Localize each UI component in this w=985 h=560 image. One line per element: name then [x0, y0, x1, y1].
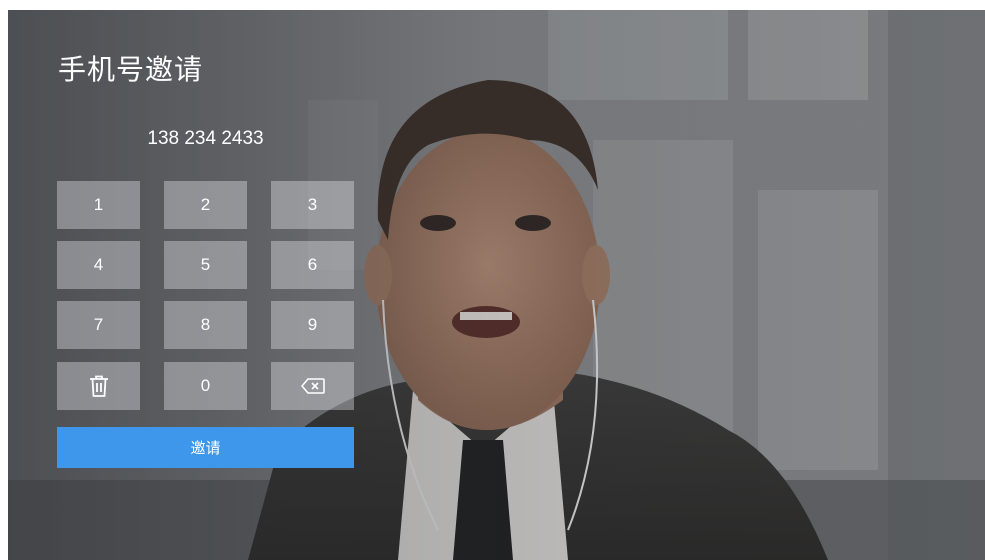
- key-9[interactable]: 9: [271, 301, 354, 349]
- key-5[interactable]: 5: [164, 241, 247, 289]
- key-0[interactable]: 0: [164, 362, 247, 410]
- video-call-screen: 手机号邀请 138 234 2433 1 2 3 4 5 6 7 8 9 0 邀…: [8, 10, 985, 560]
- key-1[interactable]: 1: [57, 181, 140, 229]
- clear-button[interactable]: [57, 362, 140, 410]
- key-4[interactable]: 4: [57, 241, 140, 289]
- key-6[interactable]: 6: [271, 241, 354, 289]
- key-3[interactable]: 3: [271, 181, 354, 229]
- phone-number-display: 138 234 2433: [147, 128, 264, 149]
- key-7[interactable]: 7: [57, 301, 140, 349]
- backspace-icon: [300, 378, 325, 394]
- key-2[interactable]: 2: [164, 181, 247, 229]
- backspace-button[interactable]: [271, 362, 354, 410]
- invite-button[interactable]: 邀请: [57, 427, 354, 468]
- key-8[interactable]: 8: [164, 301, 247, 349]
- overlay-shade: [8, 10, 985, 560]
- trash-icon: [89, 375, 108, 397]
- page-title: 手机号邀请: [58, 53, 204, 86]
